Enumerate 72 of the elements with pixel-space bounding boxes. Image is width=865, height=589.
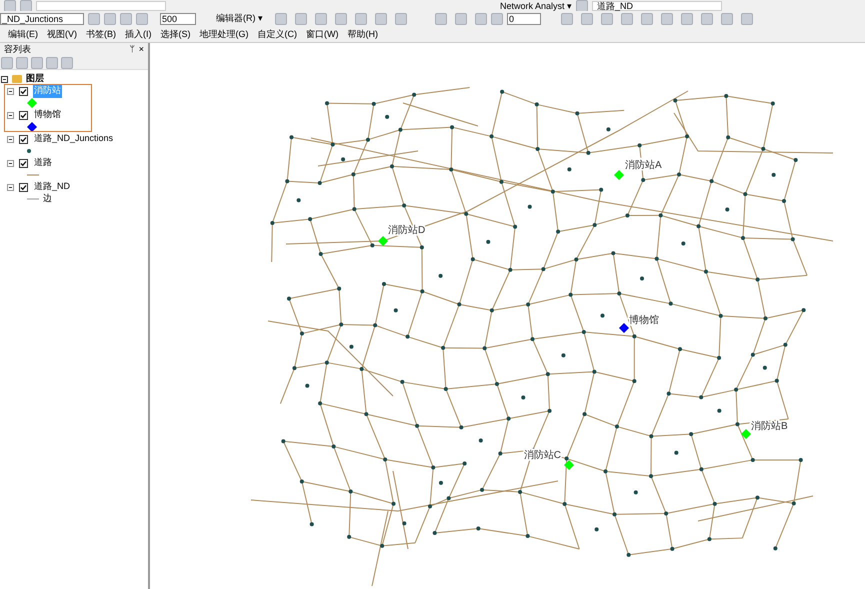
toolbar-icon[interactable] [491, 13, 503, 25]
toolbar-icon[interactable] [20, 0, 32, 11]
collapse-icon[interactable] [7, 160, 14, 166]
layer-checkbox[interactable] [19, 110, 28, 120]
toolbar-icon[interactable] [88, 13, 100, 25]
collapse-icon[interactable] [1, 76, 8, 82]
editor-menu[interactable]: 编辑器(R) ▾ [216, 12, 263, 26]
panel-title: 容列表 [4, 42, 31, 56]
layer-checkbox[interactable] [19, 134, 28, 144]
target-layer-dropdown[interactable]: _ND_Junctions [0, 13, 84, 25]
collapse-icon[interactable] [7, 184, 14, 190]
layers-icon [12, 75, 22, 83]
collapse-icon[interactable] [7, 112, 14, 118]
toolbar-icon[interactable] [355, 13, 367, 25]
legend-label: 边 [43, 192, 52, 206]
menu-item[interactable]: 窗口(W) [306, 28, 338, 42]
layer-checkbox[interactable] [19, 182, 28, 192]
toolbar-icon[interactable] [31, 56, 43, 68]
toolbar-icon[interactable] [315, 13, 327, 25]
pin-button[interactable]: ᛘ [130, 42, 135, 56]
menu-item[interactable]: 书签(B) [86, 28, 116, 42]
toolbar-icon[interactable] [681, 13, 693, 25]
close-button[interactable]: × [138, 42, 144, 56]
menu-item[interactable]: 插入(I) [125, 28, 152, 42]
toolbar-icon[interactable] [581, 13, 593, 25]
toolbar-icon[interactable] [455, 13, 467, 25]
toolbar-icon[interactable] [576, 0, 588, 11]
collapse-icon[interactable] [7, 136, 14, 142]
menu-item[interactable]: 编辑(E) [8, 28, 38, 42]
marker-label: 消防站B [751, 421, 788, 432]
count-field[interactable]: 0 [507, 13, 541, 25]
toolbar-icon[interactable] [741, 13, 753, 25]
toolbar-icon[interactable] [136, 13, 148, 25]
toolbar-icon[interactable] [375, 13, 387, 25]
layer-name[interactable]: 道路_ND_Junctions [33, 132, 114, 146]
toolbar-icon[interactable] [475, 13, 487, 25]
toolbar-dropdown[interactable] [36, 0, 166, 10]
toolbar-icon[interactable] [104, 13, 116, 25]
toolbar-icon[interactable] [621, 13, 633, 25]
toolbar-icon[interactable] [561, 13, 573, 25]
menu-item[interactable]: 帮助(H) [348, 28, 378, 42]
layer-checkbox[interactable] [19, 158, 28, 168]
toolbar-icon[interactable] [435, 13, 447, 25]
toolbar-icon[interactable] [601, 13, 613, 25]
toolbar-icon[interactable] [275, 13, 287, 25]
menu-item[interactable]: 视图(V) [47, 28, 77, 42]
layer-name[interactable]: 道路_ND [33, 180, 72, 194]
scale-field[interactable]: 500 [160, 13, 196, 25]
network-analyst-menu[interactable]: Network Analyst ▾ [500, 0, 572, 10]
toolbar-icon[interactable] [295, 13, 307, 25]
layer-group-name: 图层 [26, 72, 44, 86]
layer-name[interactable]: 道路 [33, 156, 53, 170]
toolbar-icon[interactable] [120, 13, 132, 25]
toolbar-icon[interactable] [395, 13, 407, 25]
toolbar-icon[interactable] [16, 56, 28, 68]
layer-checkbox[interactable] [19, 86, 28, 96]
menu-item[interactable]: 地理处理(G) [200, 28, 248, 42]
marker-label: 博物馆 [629, 315, 659, 326]
toolbar-icon[interactable] [721, 13, 733, 25]
toolbar-icon[interactable] [701, 13, 713, 25]
menu-item[interactable]: 自定义(C) [258, 28, 297, 42]
layer-name[interactable]: 博物馆 [33, 108, 62, 122]
toolbar-icon[interactable] [661, 13, 673, 25]
toolbar-icon[interactable] [1, 56, 13, 68]
toolbar-icon[interactable] [335, 13, 347, 25]
toolbar-icon[interactable] [4, 0, 16, 11]
toolbar-icon[interactable] [46, 56, 58, 68]
toolbar-icon[interactable] [61, 56, 73, 68]
network-dataset-dropdown[interactable]: 道路_ND [592, 0, 722, 10]
toolbar-icon[interactable] [641, 13, 653, 25]
collapse-icon[interactable] [7, 88, 14, 94]
menu-item[interactable]: 选择(S) [160, 28, 190, 42]
